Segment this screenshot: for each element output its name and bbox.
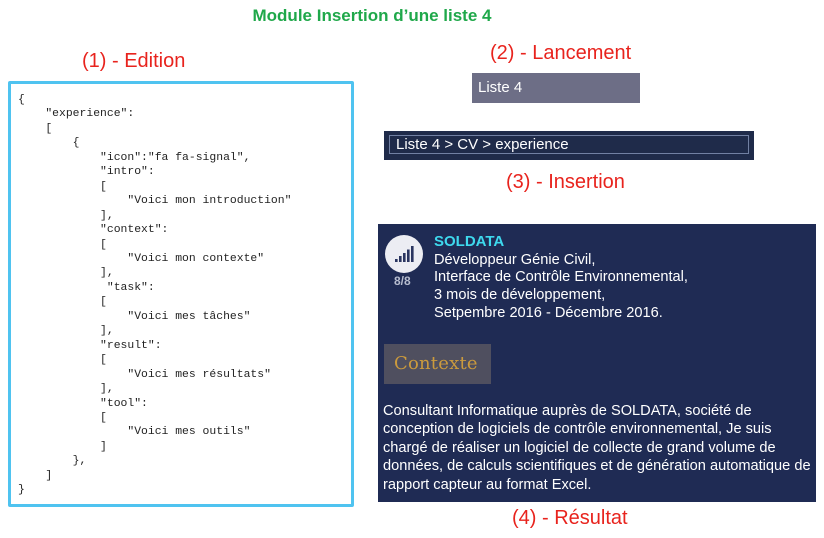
signal-icon: [395, 246, 414, 262]
insertion-bar: Liste 4 > CV > experience: [384, 131, 754, 160]
detail-line: Développeur Génie Civil,: [434, 252, 596, 268]
detail-line: Setpembre 2016 - Décembre 2016.: [434, 305, 663, 321]
code-editor-panel[interactable]: { "experience": [ { "icon":"fa fa-signal…: [8, 81, 354, 507]
page-title: Module Insertion d’une liste 4: [252, 6, 492, 25]
company-name: SOLDATA: [434, 233, 505, 250]
result-card: 8/8 SOLDATA Développeur Génie Civil, Int…: [378, 224, 816, 502]
json-code[interactable]: { "experience": [ { "icon":"fa fa-signal…: [11, 84, 351, 498]
insertion-path-field[interactable]: Liste 4 > CV > experience: [389, 135, 749, 154]
score-label: 8/8: [394, 274, 411, 288]
step-label-edition: (1) - Edition: [82, 50, 186, 72]
context-badge: Contexte: [384, 344, 491, 384]
context-text: Consultant Informatique auprès de SOLDAT…: [383, 403, 811, 493]
detail-line: Interface de Contrôle Environnemental,: [434, 269, 688, 285]
detail-line: 3 mois de développement,: [434, 287, 606, 303]
step-label-result: (4) - Résultat: [512, 507, 628, 529]
step-label-launch: (2) - Lancement: [490, 42, 632, 64]
launch-list-button[interactable]: Liste 4: [472, 73, 640, 103]
step-label-insertion: (3) - Insertion: [506, 171, 625, 193]
signal-icon-badge: [385, 235, 423, 273]
